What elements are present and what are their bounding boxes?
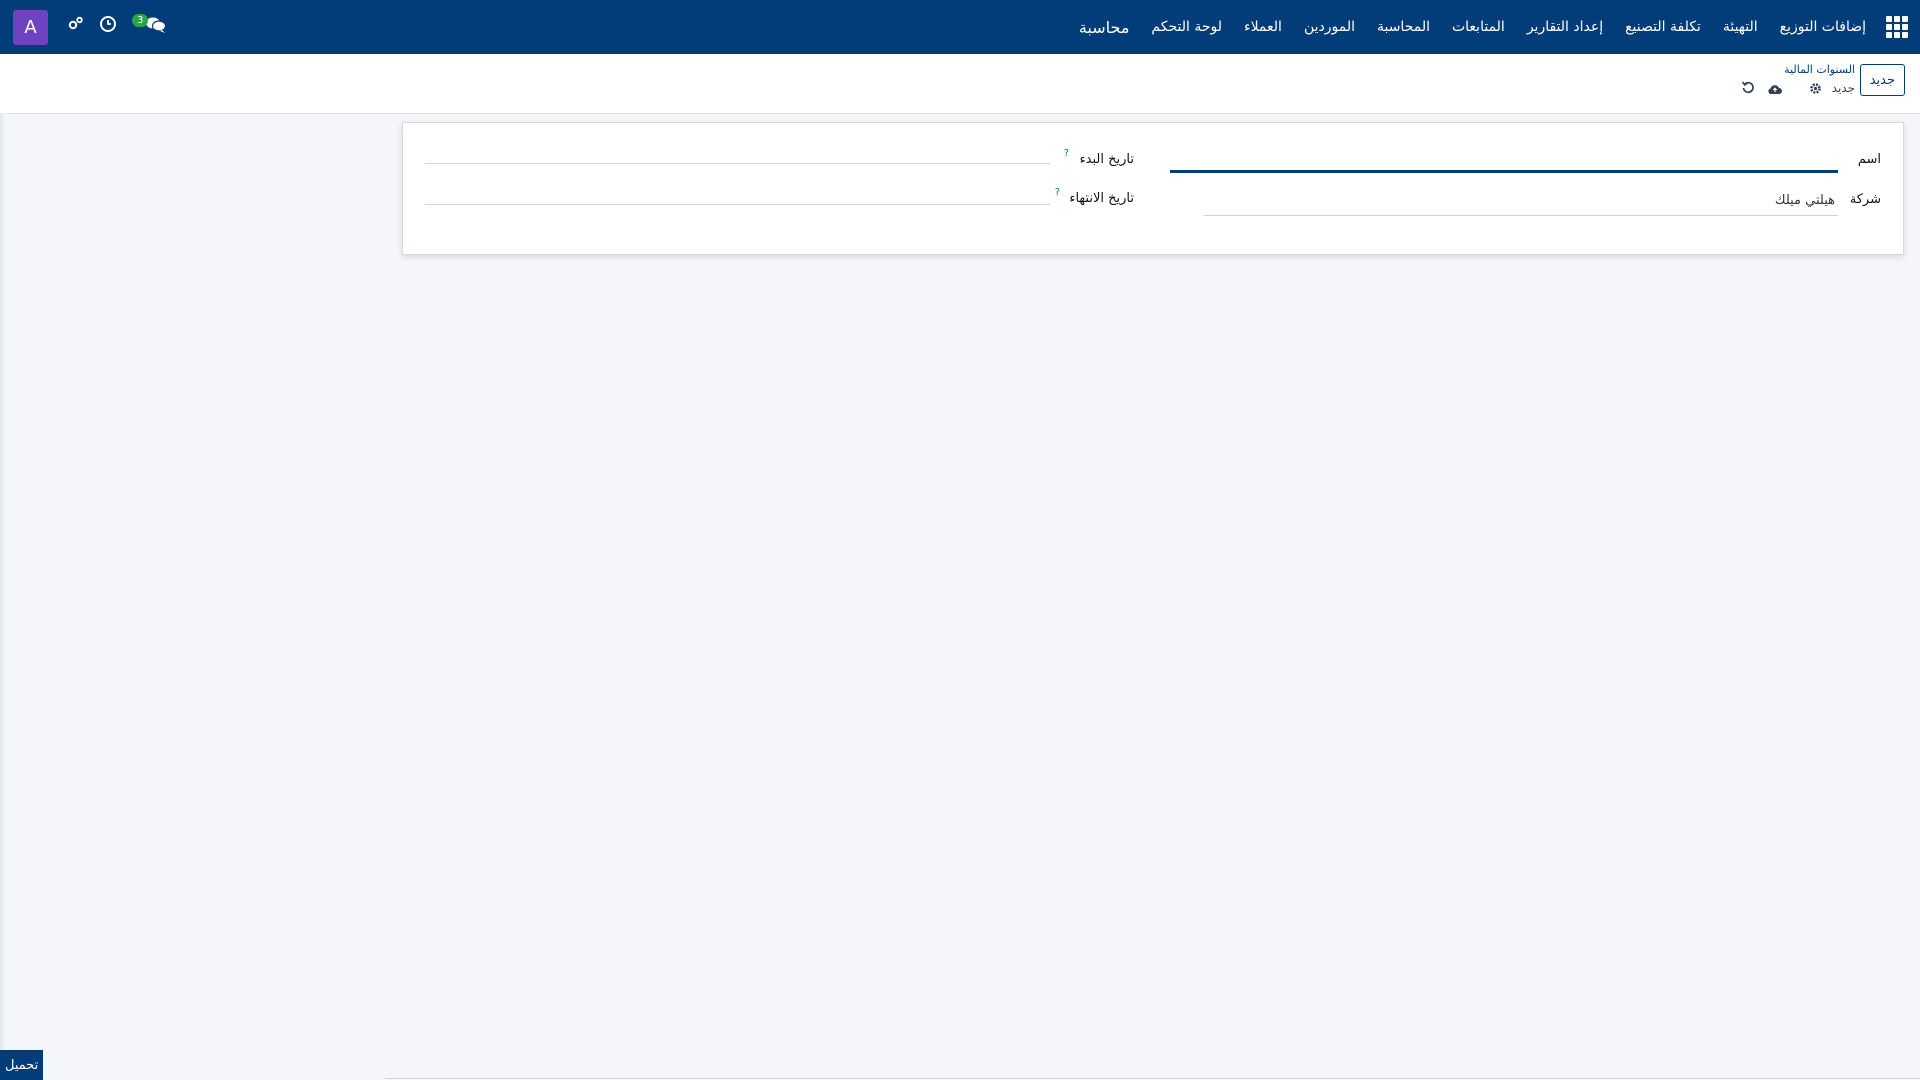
save-cloud-icon[interactable] — [1767, 80, 1783, 99]
menu-item-manufacturing-cost[interactable]: تكلفة التصنيع — [1625, 19, 1701, 35]
company-field-underline — [1204, 215, 1838, 216]
name-input[interactable] — [1170, 170, 1838, 173]
load-button[interactable]: تحميل — [0, 1050, 44, 1080]
menu-item-distribution-addons[interactable]: إضافات التوزيع — [1780, 19, 1866, 35]
app-brand[interactable]: محاسبة — [1079, 18, 1130, 37]
menu-item-configuration[interactable]: التهيئة — [1723, 19, 1758, 35]
menu-item-followups[interactable]: المتابعات — [1452, 19, 1505, 35]
breadcrumb-current: جديد — [1831, 81, 1855, 95]
main-menu: محاسبة لوحة التحكم العملاء الموردين المح… — [1079, 0, 1866, 54]
end-date-input[interactable] — [425, 204, 1050, 205]
top-navbar: محاسبة لوحة التحكم العملاء الموردين المح… — [0, 0, 1920, 54]
user-avatar[interactable]: A — [13, 10, 48, 45]
new-button[interactable]: جديد — [1859, 64, 1905, 96]
settings-cogs-icon[interactable] — [68, 15, 84, 35]
company-label: شركة — [1849, 192, 1881, 207]
discard-undo-icon[interactable] — [1741, 79, 1755, 98]
chat-count-badge: 3 — [132, 14, 149, 27]
gear-icon[interactable] — [1809, 80, 1822, 99]
menu-item-customers[interactable]: العملاء — [1244, 19, 1282, 35]
menu-item-dashboard[interactable]: لوحة التحكم — [1151, 19, 1222, 35]
control-panel: جديد السنوات المالية جديد — [0, 54, 1920, 114]
chat-icon[interactable] — [145, 16, 167, 38]
name-label: اسم — [1857, 152, 1881, 167]
start-date-label: تاريخ البدء — [1079, 152, 1134, 167]
apps-menu-icon[interactable] — [1886, 16, 1908, 38]
end-date-help-icon[interactable]: ? — [1055, 187, 1060, 198]
start-date-input[interactable] — [425, 163, 1050, 164]
breadcrumb-parent[interactable]: السنوات المالية — [1784, 63, 1855, 76]
menu-item-vendors[interactable]: الموردين — [1304, 19, 1355, 35]
left-shadow-strip — [0, 113, 6, 1080]
menu-item-reporting[interactable]: إعداد التقارير — [1527, 19, 1603, 35]
end-date-label: تاريخ الانتهاء — [1069, 191, 1134, 206]
clock-icon[interactable] — [99, 15, 117, 37]
start-date-help-icon[interactable]: ? — [1064, 148, 1069, 159]
form-sheet: اسم شركة هيلتي ميلك تاريخ البدء ? تاريخ … — [402, 122, 1904, 255]
menu-item-accounting[interactable]: المحاسبة — [1377, 19, 1430, 35]
bottom-divider — [385, 1078, 1920, 1079]
company-field[interactable]: هيلتي ميلك — [1775, 193, 1835, 208]
